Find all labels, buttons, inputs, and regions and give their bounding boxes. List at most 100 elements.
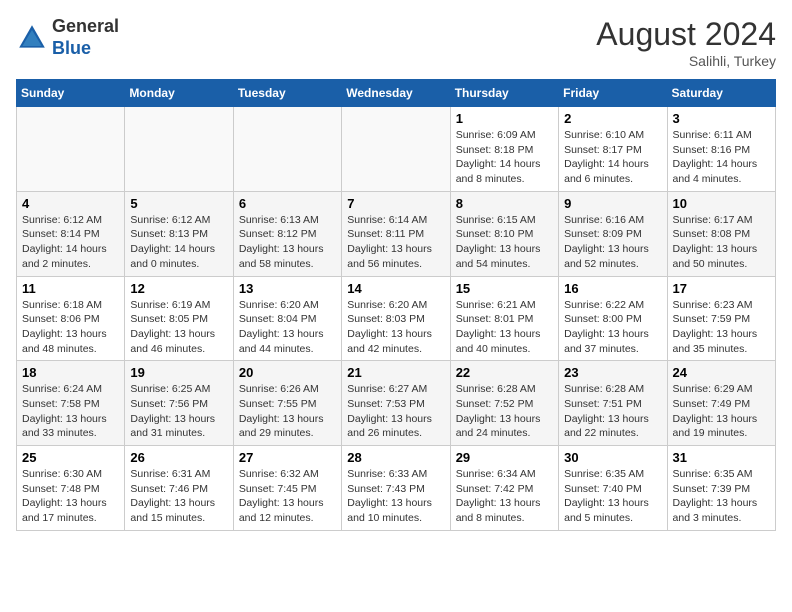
day-number: 27 [239, 450, 336, 465]
calendar-cell: 24 Sunrise: 6:29 AM Sunset: 7:49 PM Dayli… [667, 361, 775, 446]
calendar-cell: 19 Sunrise: 6:25 AM Sunset: 7:56 PM Dayli… [125, 361, 233, 446]
day-info: Sunrise: 6:32 AM Sunset: 7:45 PM Dayligh… [239, 467, 336, 526]
calendar-cell: 15 Sunrise: 6:21 AM Sunset: 8:01 PM Dayli… [450, 276, 558, 361]
day-info: Sunrise: 6:19 AM Sunset: 8:05 PM Dayligh… [130, 298, 227, 357]
day-number: 23 [564, 365, 661, 380]
calendar-cell [233, 107, 341, 192]
day-info: Sunrise: 6:13 AM Sunset: 8:12 PM Dayligh… [239, 213, 336, 272]
day-info: Sunrise: 6:30 AM Sunset: 7:48 PM Dayligh… [22, 467, 119, 526]
day-info: Sunrise: 6:22 AM Sunset: 8:00 PM Dayligh… [564, 298, 661, 357]
day-number: 24 [673, 365, 770, 380]
calendar-cell: 9 Sunrise: 6:16 AM Sunset: 8:09 PM Daylig… [559, 191, 667, 276]
calendar-cell: 7 Sunrise: 6:14 AM Sunset: 8:11 PM Daylig… [342, 191, 450, 276]
day-number: 9 [564, 196, 661, 211]
day-info: Sunrise: 6:33 AM Sunset: 7:43 PM Dayligh… [347, 467, 444, 526]
calendar-cell: 20 Sunrise: 6:26 AM Sunset: 7:55 PM Dayli… [233, 361, 341, 446]
day-info: Sunrise: 6:28 AM Sunset: 7:51 PM Dayligh… [564, 382, 661, 441]
day-number: 14 [347, 281, 444, 296]
day-number: 2 [564, 111, 661, 126]
day-info: Sunrise: 6:21 AM Sunset: 8:01 PM Dayligh… [456, 298, 553, 357]
day-number: 31 [673, 450, 770, 465]
day-number: 19 [130, 365, 227, 380]
calendar-cell: 27 Sunrise: 6:32 AM Sunset: 7:45 PM Dayli… [233, 446, 341, 531]
day-number: 21 [347, 365, 444, 380]
day-info: Sunrise: 6:23 AM Sunset: 7:59 PM Dayligh… [673, 298, 770, 357]
calendar-cell: 10Sunrise: 6:17 AM Sunset: 8:08 PM Dayli… [667, 191, 775, 276]
day-number: 17 [673, 281, 770, 296]
day-number: 7 [347, 196, 444, 211]
calendar-week-row: 4 Sunrise: 6:12 AM Sunset: 8:14 PM Daylig… [17, 191, 776, 276]
day-number: 3 [673, 111, 770, 126]
weekday-header: Friday [559, 80, 667, 107]
day-number: 30 [564, 450, 661, 465]
day-number: 1 [456, 111, 553, 126]
calendar-cell: 4 Sunrise: 6:12 AM Sunset: 8:14 PM Daylig… [17, 191, 125, 276]
calendar-cell: 26 Sunrise: 6:31 AM Sunset: 7:46 PM Dayli… [125, 446, 233, 531]
calendar-week-row: 25 Sunrise: 6:30 AM Sunset: 7:48 PM Dayli… [17, 446, 776, 531]
logo: General Blue [16, 16, 119, 59]
calendar-week-row: 11 Sunrise: 6:18 AM Sunset: 8:06 PM Dayli… [17, 276, 776, 361]
day-number: 4 [22, 196, 119, 211]
day-number: 18 [22, 365, 119, 380]
day-number: 25 [22, 450, 119, 465]
day-info: Sunrise: 6:31 AM Sunset: 7:46 PM Dayligh… [130, 467, 227, 526]
month-year: August 2024 [596, 16, 776, 53]
day-info: Sunrise: 6:15 AM Sunset: 8:10 PM Dayligh… [456, 213, 553, 272]
calendar-cell: 1 Sunrise: 6:09 AM Sunset: 8:18 PM Daylig… [450, 107, 558, 192]
calendar-cell: 21 Sunrise: 6:27 AM Sunset: 7:53 PM Dayli… [342, 361, 450, 446]
day-info: Sunrise: 6:18 AM Sunset: 8:06 PM Dayligh… [22, 298, 119, 357]
weekday-header-row: SundayMondayTuesdayWednesdayThursdayFrid… [17, 80, 776, 107]
day-info: Sunrise: 6:20 AM Sunset: 8:03 PM Dayligh… [347, 298, 444, 357]
day-info: Sunrise: 6:25 AM Sunset: 7:56 PM Dayligh… [130, 382, 227, 441]
day-info: Sunrise: 6:29 AM Sunset: 7:49 PM Dayligh… [673, 382, 770, 441]
day-number: 29 [456, 450, 553, 465]
calendar-cell: 28 Sunrise: 6:33 AM Sunset: 7:43 PM Dayli… [342, 446, 450, 531]
calendar-cell: 23 Sunrise: 6:28 AM Sunset: 7:51 PM Dayli… [559, 361, 667, 446]
weekday-header: Sunday [17, 80, 125, 107]
day-info: Sunrise: 6:16 AM Sunset: 8:09 PM Dayligh… [564, 213, 661, 272]
day-info: Sunrise: 6:28 AM Sunset: 7:52 PM Dayligh… [456, 382, 553, 441]
weekday-header: Monday [125, 80, 233, 107]
day-number: 13 [239, 281, 336, 296]
calendar-cell: 25 Sunrise: 6:30 AM Sunset: 7:48 PM Dayli… [17, 446, 125, 531]
calendar-table: SundayMondayTuesdayWednesdayThursdayFrid… [16, 79, 776, 531]
calendar-cell: 2 Sunrise: 6:10 AM Sunset: 8:17 PM Daylig… [559, 107, 667, 192]
day-info: Sunrise: 6:14 AM Sunset: 8:11 PM Dayligh… [347, 213, 444, 272]
day-number: 15 [456, 281, 553, 296]
day-info: Sunrise: 6:24 AM Sunset: 7:58 PM Dayligh… [22, 382, 119, 441]
day-number: 28 [347, 450, 444, 465]
calendar-cell: 22Sunrise: 6:28 AM Sunset: 7:52 PM Dayli… [450, 361, 558, 446]
calendar-cell: 18 Sunrise: 6:24 AM Sunset: 7:58 PM Dayli… [17, 361, 125, 446]
calendar-cell [125, 107, 233, 192]
weekday-header: Tuesday [233, 80, 341, 107]
day-info: Sunrise: 6:27 AM Sunset: 7:53 PM Dayligh… [347, 382, 444, 441]
day-info: Sunrise: 6:09 AM Sunset: 8:18 PM Dayligh… [456, 128, 553, 187]
calendar-cell: 5 Sunrise: 6:12 AM Sunset: 8:13 PM Daylig… [125, 191, 233, 276]
day-number: 12 [130, 281, 227, 296]
calendar-cell: 12 Sunrise: 6:19 AM Sunset: 8:05 PM Dayli… [125, 276, 233, 361]
day-info: Sunrise: 6:17 AM Sunset: 8:08 PM Dayligh… [673, 213, 770, 272]
location: Salihli, Turkey [596, 53, 776, 69]
calendar-cell: 14 Sunrise: 6:20 AM Sunset: 8:03 PM Dayli… [342, 276, 450, 361]
calendar-cell: 29Sunrise: 6:34 AM Sunset: 7:42 PM Dayli… [450, 446, 558, 531]
calendar-cell: 13Sunrise: 6:20 AM Sunset: 8:04 PM Dayli… [233, 276, 341, 361]
calendar-cell: 16Sunrise: 6:22 AM Sunset: 8:00 PM Dayli… [559, 276, 667, 361]
day-number: 20 [239, 365, 336, 380]
day-number: 11 [22, 281, 119, 296]
title-block: August 2024 Salihli, Turkey [596, 16, 776, 69]
weekday-header: Wednesday [342, 80, 450, 107]
day-number: 5 [130, 196, 227, 211]
logo-text: General Blue [52, 16, 119, 59]
day-info: Sunrise: 6:12 AM Sunset: 8:13 PM Dayligh… [130, 213, 227, 272]
calendar-cell: 8Sunrise: 6:15 AM Sunset: 8:10 PM Daylig… [450, 191, 558, 276]
day-info: Sunrise: 6:12 AM Sunset: 8:14 PM Dayligh… [22, 213, 119, 272]
calendar-cell: 11 Sunrise: 6:18 AM Sunset: 8:06 PM Dayli… [17, 276, 125, 361]
day-number: 26 [130, 450, 227, 465]
day-info: Sunrise: 6:26 AM Sunset: 7:55 PM Dayligh… [239, 382, 336, 441]
day-info: Sunrise: 6:10 AM Sunset: 8:17 PM Dayligh… [564, 128, 661, 187]
calendar-week-row: 18 Sunrise: 6:24 AM Sunset: 7:58 PM Dayli… [17, 361, 776, 446]
weekday-header: Thursday [450, 80, 558, 107]
day-info: Sunrise: 6:11 AM Sunset: 8:16 PM Dayligh… [673, 128, 770, 187]
day-info: Sunrise: 6:35 AM Sunset: 7:40 PM Dayligh… [564, 467, 661, 526]
calendar-cell [342, 107, 450, 192]
